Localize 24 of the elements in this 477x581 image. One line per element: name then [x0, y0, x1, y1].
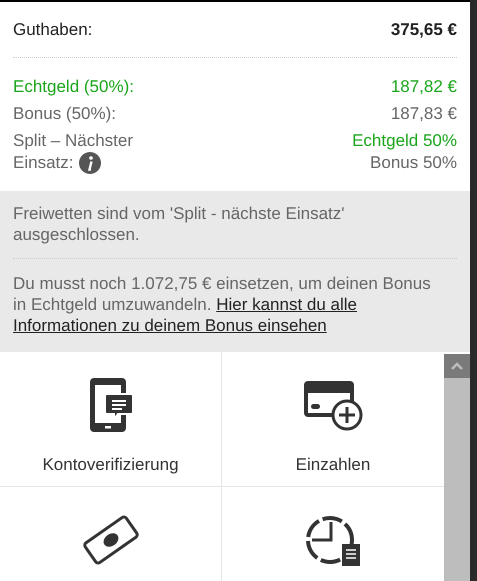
tile-label: Kontoverifizierung: [42, 454, 179, 476]
chevron-up-icon: [451, 362, 463, 370]
bonus-info-link[interactable]: Hier kannst du alle: [216, 295, 358, 314]
menu-tile[interactable]: Einzahlen: [222, 352, 444, 487]
card-plus-icon: [302, 379, 364, 431]
split-percentage: Echtgeld 50%: [352, 130, 457, 152]
next-stake-label: Split – Nächster: [13, 130, 133, 152]
split-value: 187,83 €: [390, 103, 457, 125]
tile-label: Einzahlen: [296, 454, 370, 476]
next-stake-label: Einsatz:: [13, 152, 74, 174]
info-icon[interactable]: [79, 152, 102, 174]
balance-value: 375,65 €: [390, 19, 457, 41]
split-label: Bonus (50%):: [13, 103, 116, 125]
split-percentage: Bonus 50%: [370, 152, 457, 174]
clock-document-icon: [304, 514, 362, 566]
scrollbar[interactable]: [444, 354, 470, 581]
phone-message-icon: [88, 376, 134, 434]
split-label: Echtgeld (50%):: [13, 76, 134, 98]
freebet-notice: Freiwetten sind vom 'Split - nächste Einsatz' ausgeschlossen.: [13, 203, 346, 245]
bonus-info-link[interactable]: Informationen zu deinem Bonus einsehen: [13, 316, 327, 335]
split-value: 187,82 €: [390, 76, 457, 98]
menu-tile[interactable]: Kontoverifizierung: [0, 352, 222, 487]
balance-label: Guthaben:: [13, 19, 92, 41]
wager-notice: Du musst noch 1.072,75 € einsetzen, um deinen Bonus in Echtgeld umzuwandeln. Hier kannst du alle Informationen zu deinem Bonus einsehen: [13, 273, 432, 336]
